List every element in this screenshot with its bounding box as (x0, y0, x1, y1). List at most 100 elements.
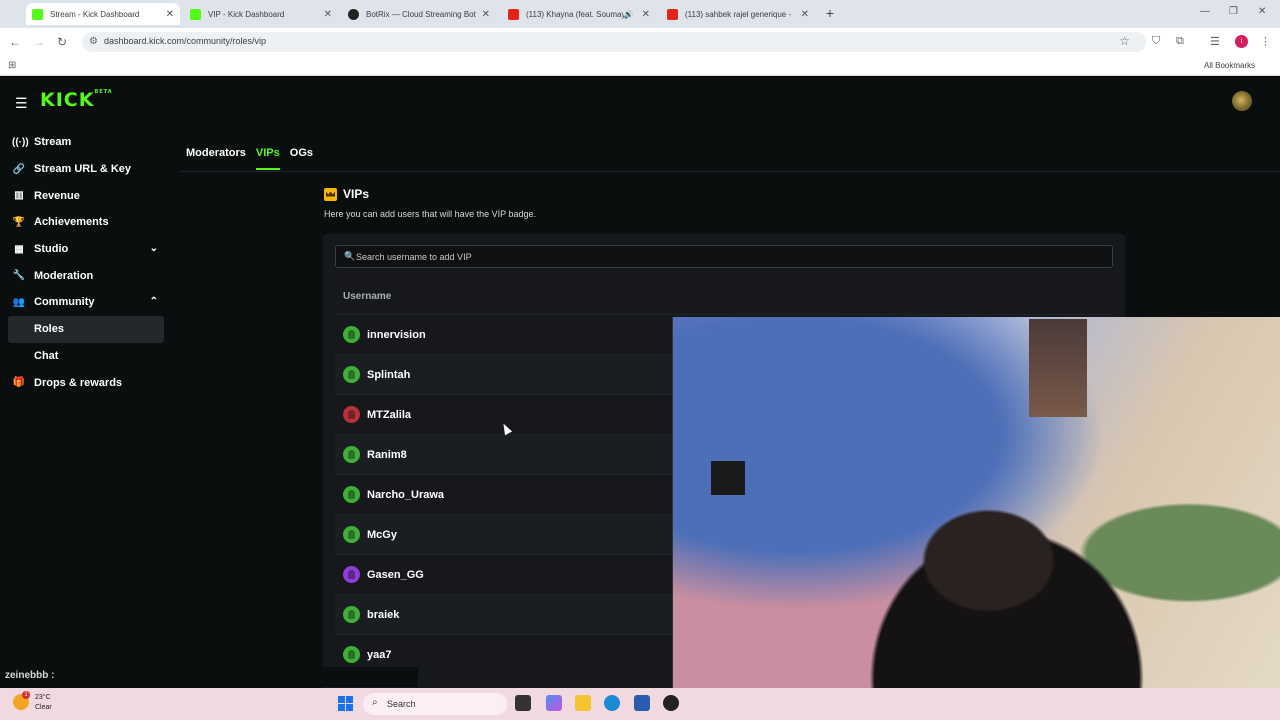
vip-crown-icon (324, 187, 337, 201)
wall-poster (1029, 319, 1087, 417)
broadcast-icon: ((·)) (12, 136, 29, 148)
user-avatar[interactable] (1232, 91, 1252, 111)
user-badge-icon (343, 406, 360, 423)
vip-username: yaa7 (367, 648, 392, 661)
extensions-icon[interactable]: ⧉ (1176, 35, 1184, 48)
search-icon: ⌕ (372, 697, 378, 708)
bookmarks-bar: ⊞ All Bookmarks (0, 56, 1280, 76)
close-icon[interactable]: ✕ (801, 9, 809, 20)
browser-tab-youtube-2[interactable]: (113) sahbek rajel generique - ✕ (661, 3, 815, 25)
user-badge-icon (343, 366, 360, 383)
back-icon[interactable]: ← (9, 35, 21, 49)
sidebar-item-label: Stream URL & Key (34, 163, 131, 176)
wall-frame (711, 461, 745, 495)
screen: Stream - Kick Dashboard ✕ VIP - Kick Das… (0, 0, 1280, 720)
vip-title-text: VIPs (343, 187, 370, 201)
webcam-overlay (672, 317, 1280, 710)
tab-vips[interactable]: VIPs (255, 147, 280, 170)
sidebar-item-revenue[interactable]: ▥ Revenue (8, 182, 164, 209)
maximize-icon[interactable]: ❐ (1229, 6, 1238, 17)
wrench-icon: 🔧 (12, 270, 26, 282)
browser-tab-botrix[interactable]: BotRix — Cloud Streaming Bot ✕ (342, 3, 496, 25)
sidebar-item-stream[interactable]: ((·)) Stream (8, 129, 164, 156)
copilot-icon[interactable] (546, 695, 562, 711)
weather-widget[interactable]: 1 23°C Clear (13, 691, 52, 713)
taskbar-search-label: Search (387, 699, 416, 709)
sidebar-item-label: Drops & rewards (34, 376, 123, 389)
kick-logo-beta: BETA (94, 89, 113, 95)
profile-avatar-icon[interactable]: i (1235, 35, 1248, 48)
tab-title: BotRix — Cloud Streaming Bot (366, 9, 476, 19)
username-column-header: Username (343, 291, 392, 302)
menu-dots-icon[interactable]: ⋮ (1260, 35, 1271, 48)
speaker-icon[interactable]: 🔊 (624, 10, 634, 19)
kick-logo-text: KICK (40, 89, 95, 111)
alert-badge: 1 (22, 691, 30, 699)
url-text: dashboard.kick.com/community/roles/vip (104, 36, 267, 46)
bookmark-star-icon[interactable]: ☆ (1119, 34, 1130, 48)
extension-shield-icon[interactable]: ⛉ (1152, 35, 1160, 48)
windows-start-icon[interactable] (338, 696, 353, 711)
close-icon[interactable]: ✕ (482, 9, 490, 20)
youtube-favicon-icon (667, 8, 678, 20)
sidebar-item-label: Achievements (34, 216, 109, 229)
sidebar-item-community[interactable]: 👥 Community ⌃ (8, 289, 164, 316)
browser-tab-youtube-1[interactable]: (113) Khayna (feat. Soumaya 🔊 ✕ (502, 3, 656, 25)
hamburger-menu-icon[interactable]: ☰ (15, 95, 28, 112)
user-badge-icon (343, 606, 360, 623)
kick-logo[interactable]: KICKBETA (40, 89, 113, 111)
close-icon[interactable]: ✕ (324, 9, 332, 20)
address-bar[interactable]: ⚙ dashboard.kick.com/community/roles/vip… (82, 32, 1146, 52)
sidebar-item-studio[interactable]: ▦ Studio ⌄ (8, 236, 164, 263)
close-icon[interactable]: ✕ (642, 9, 650, 20)
sidebar-item-drops-rewards[interactable]: 🎁 Drops & rewards (8, 369, 164, 396)
sidebar-item-label: Studio (34, 243, 69, 256)
tab-title: VIP - Kick Dashboard (208, 9, 285, 19)
browser-tab-vip[interactable]: VIP - Kick Dashboard ✕ (184, 3, 338, 25)
task-view-icon[interactable] (515, 695, 531, 711)
link-icon: 🔗 (12, 163, 26, 175)
reload-icon[interactable]: ↻ (57, 35, 67, 49)
site-info-icon[interactable]: ⚙ (89, 36, 98, 47)
sidebar-item-label: Stream (34, 136, 72, 149)
sidebar-item-stream-url-key[interactable]: 🔗 Stream URL & Key (8, 156, 164, 183)
minimize-icon[interactable]: — (1200, 6, 1210, 17)
new-tab-button[interactable]: + (822, 5, 838, 21)
botrix-favicon-icon (348, 8, 359, 20)
sidebar-item-achievements[interactable]: 🏆 Achievements (8, 209, 164, 236)
media-icon[interactable]: ☰ (1210, 35, 1220, 48)
tab-title: (113) Khayna (feat. Soumaya (526, 9, 624, 19)
user-badge-icon (343, 326, 360, 343)
apps-grid-icon[interactable]: ⊞ (8, 60, 16, 71)
app-icon[interactable] (663, 695, 679, 711)
search-icon: 🔍 (344, 251, 356, 261)
sidebar-item-moderation[interactable]: 🔧 Moderation (8, 262, 164, 289)
browser-tab-stream[interactable]: Stream - Kick Dashboard ✕ (26, 3, 180, 25)
sidebar-item-chat[interactable]: Chat (8, 343, 164, 370)
vip-username: Splintah (367, 368, 411, 381)
forward-icon[interactable]: → (33, 35, 45, 49)
people-icon: 👥 (12, 296, 26, 308)
edge-browser-icon[interactable] (604, 695, 620, 711)
taskbar-search[interactable]: ⌕ Search (363, 693, 507, 715)
youtube-favicon-icon (508, 8, 519, 20)
sidebar-item-roles[interactable]: Roles (8, 315, 164, 343)
chevron-down-icon[interactable]: ⌄ (150, 243, 158, 254)
store-icon[interactable] (634, 695, 650, 711)
dashboard-sidebar: ((·)) Stream 🔗 Stream URL & Key ▥ Revenu… (8, 129, 164, 396)
close-icon[interactable]: ✕ (166, 9, 174, 20)
film-icon: ▦ (14, 243, 24, 255)
chat-overlay: zeinebbb : (0, 667, 418, 687)
tab-moderators[interactable]: Moderators (186, 147, 246, 170)
vip-search-input[interactable] (356, 246, 1096, 267)
window-close-icon[interactable]: ✕ (1258, 6, 1266, 17)
file-explorer-icon[interactable] (575, 695, 591, 711)
all-bookmarks-button[interactable]: All Bookmarks (1204, 61, 1255, 70)
weather-temperature: 23°C (35, 694, 51, 701)
vip-username: Ranim8 (367, 448, 407, 461)
chevron-up-icon[interactable]: ⌃ (150, 296, 158, 307)
user-badge-icon (343, 646, 360, 663)
user-badge-icon (343, 526, 360, 543)
taskbar: 1 23°C Clear ⌕ Search (0, 688, 1280, 720)
tab-ogs[interactable]: OGs (290, 147, 313, 170)
